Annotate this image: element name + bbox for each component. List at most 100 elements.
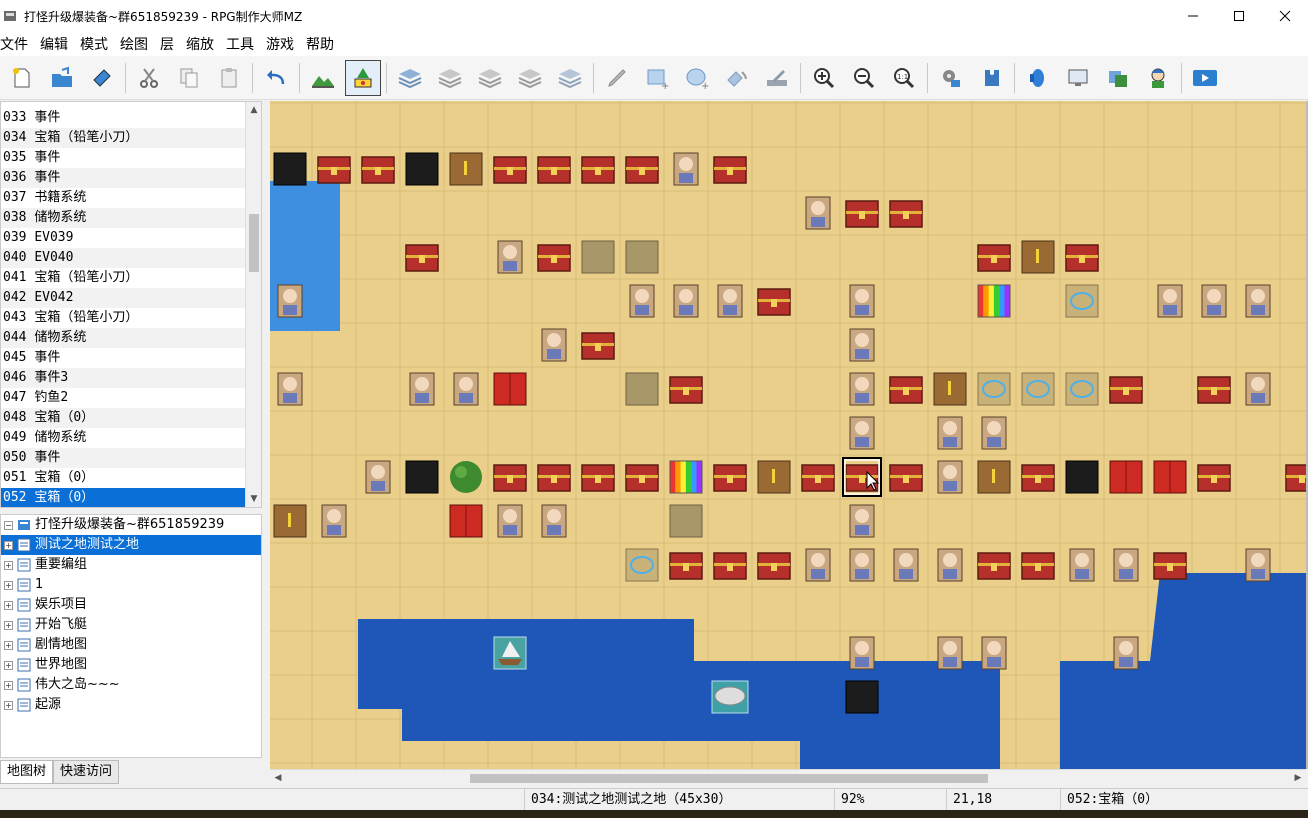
scroll-down-icon[interactable]: ▼ (246, 491, 261, 507)
event-row[interactable]: 039 EV039 (1, 228, 261, 248)
copy-button[interactable] (171, 60, 207, 96)
tree-map-item[interactable]: + 娱乐项目 (1, 595, 261, 615)
tree-map-item[interactable]: + 重要编组 (1, 555, 261, 575)
ellipse-button[interactable]: + (679, 60, 715, 96)
expand-icon[interactable]: + (4, 660, 13, 670)
pencil-button[interactable] (599, 60, 635, 96)
expand-icon[interactable]: + (4, 540, 13, 550)
event-row[interactable]: 051 宝箱（0） (1, 468, 261, 488)
layer-1-button[interactable] (392, 60, 428, 96)
close-button[interactable] (1262, 0, 1308, 32)
event-row[interactable]: 033 事件 (1, 108, 261, 128)
tree-map-item[interactable]: + 开始飞艇 (1, 615, 261, 635)
expand-icon[interactable]: + (4, 620, 13, 630)
menu-game[interactable]: 游戏 (266, 34, 300, 54)
character-generator-button[interactable] (1140, 60, 1176, 96)
open-project-button[interactable] (44, 60, 80, 96)
layer-3-button[interactable] (472, 60, 508, 96)
database-button[interactable] (933, 60, 969, 96)
zoom-out-button[interactable] (846, 60, 882, 96)
event-id: 040 (3, 250, 27, 265)
event-row[interactable]: 045 事件 (1, 348, 261, 368)
project-icon (18, 520, 30, 530)
menu-edit[interactable]: 编辑 (40, 34, 74, 54)
map-horizontal-scrollbar[interactable]: ◀ ▶ (270, 769, 1306, 786)
tree-map-label: 剧情地图 (35, 637, 88, 652)
event-searcher-button[interactable] (1060, 60, 1096, 96)
event-row[interactable]: 048 宝箱（0） (1, 408, 261, 428)
tab-quick-access[interactable]: 快速访问 (53, 760, 120, 784)
event-row[interactable]: 046 事件3 (1, 368, 261, 388)
resource-manager-button[interactable] (1100, 60, 1136, 96)
tree-map-item[interactable]: + 起源 (1, 695, 261, 715)
event-list-scrollbar[interactable]: ▲ ▼ (245, 102, 261, 507)
save-project-button[interactable] (84, 60, 120, 96)
layer-auto-button[interactable] (552, 60, 588, 96)
maximize-button[interactable] (1216, 0, 1262, 32)
event-name: 宝箱（铅笔小刀） (34, 270, 139, 285)
scroll-right-icon[interactable]: ▶ (1290, 770, 1306, 787)
event-row[interactable]: 042 EV042 (1, 288, 261, 308)
menu-mode[interactable]: 模式 (80, 34, 114, 54)
menu-scale[interactable]: 缩放 (186, 34, 220, 54)
scroll-thumb[interactable] (249, 214, 259, 272)
tab-map-tree[interactable]: 地图树 (0, 760, 54, 784)
tree-root[interactable]: − 打怪升级爆装备~群651859239 (1, 515, 261, 535)
tree-map-item[interactable]: + 剧情地图 (1, 635, 261, 655)
event-row[interactable]: 037 书籍系统 (1, 188, 261, 208)
zoom-in-button[interactable] (806, 60, 842, 96)
event-row[interactable]: 036 事件 (1, 168, 261, 188)
shadow-pen-button[interactable] (759, 60, 795, 96)
expand-icon[interactable]: + (4, 560, 13, 570)
event-row[interactable]: 052 宝箱（0） (1, 488, 261, 507)
layer-4-button[interactable] (512, 60, 548, 96)
expand-icon[interactable]: + (4, 580, 13, 590)
tree-map-item[interactable]: + 世界地图 (1, 655, 261, 675)
paste-button[interactable] (211, 60, 247, 96)
new-project-button[interactable] (4, 60, 40, 96)
expand-icon[interactable]: + (4, 700, 13, 710)
menu-tools[interactable]: 工具 (226, 34, 260, 54)
expand-icon[interactable]: + (4, 600, 13, 610)
event-row[interactable]: 040 EV040 (1, 248, 261, 268)
menu-file[interactable]: 文件 (0, 34, 34, 54)
minimize-button[interactable] (1170, 0, 1216, 32)
menu-help[interactable]: 帮助 (306, 34, 340, 54)
event-row[interactable]: 041 宝箱（铅笔小刀） (1, 268, 261, 288)
zoom-actual-button[interactable]: 1:1 (886, 60, 922, 96)
scroll-thumb[interactable] (470, 774, 988, 783)
playtest-button[interactable] (1187, 60, 1223, 96)
scroll-left-icon[interactable]: ◀ (270, 770, 286, 787)
expand-icon[interactable]: + (4, 680, 13, 690)
scroll-up-icon[interactable]: ▲ (246, 102, 261, 118)
menu-layer[interactable]: 层 (160, 34, 180, 54)
event-row[interactable]: 050 事件 (1, 448, 261, 468)
event-name: 储物系统 (34, 430, 87, 445)
cut-button[interactable] (131, 60, 167, 96)
fill-button[interactable] (719, 60, 755, 96)
event-row[interactable]: 044 储物系统 (1, 328, 261, 348)
event-mode-button[interactable] (345, 59, 381, 96)
event-row[interactable]: 047 钓鱼2 (1, 388, 261, 408)
event-row[interactable]: 043 宝箱（铅笔小刀） (1, 308, 261, 328)
menu-draw[interactable]: 绘图 (120, 34, 154, 54)
sound-test-button[interactable] (1020, 60, 1056, 96)
map-tree[interactable]: − 打怪升级爆装备~群651859239 + 测试之地测试之地 + 重要编组 +1 + 娱乐… (0, 514, 262, 758)
event-row[interactable]: 049 储物系统 (1, 428, 261, 448)
event-row[interactable]: 038 储物系统 (1, 208, 261, 228)
rectangle-button[interactable]: + (639, 60, 675, 96)
event-row[interactable]: 034 宝箱（铅笔小刀） (1, 128, 261, 148)
collapse-icon[interactable]: − (4, 520, 13, 530)
undo-button[interactable] (258, 60, 294, 96)
layer-2-button[interactable] (432, 60, 468, 96)
tree-map-item[interactable]: + 伟大之岛~~~ (1, 675, 261, 695)
tree-map-item[interactable]: + 测试之地测试之地 (1, 535, 261, 555)
map-mode-button[interactable] (305, 60, 341, 96)
map-canvas[interactable] (270, 101, 1306, 769)
event-row[interactable]: 035 事件 (1, 148, 261, 168)
tree-map-label: 世界地图 (35, 657, 88, 672)
tree-map-item[interactable]: +1 (1, 575, 261, 595)
expand-icon[interactable]: + (4, 640, 13, 650)
plugin-button[interactable] (973, 60, 1009, 96)
event-list[interactable]: 033 事件 034 宝箱（铅笔小刀） 035 事件 036 事件 037 书籍系统 03… (0, 101, 262, 508)
